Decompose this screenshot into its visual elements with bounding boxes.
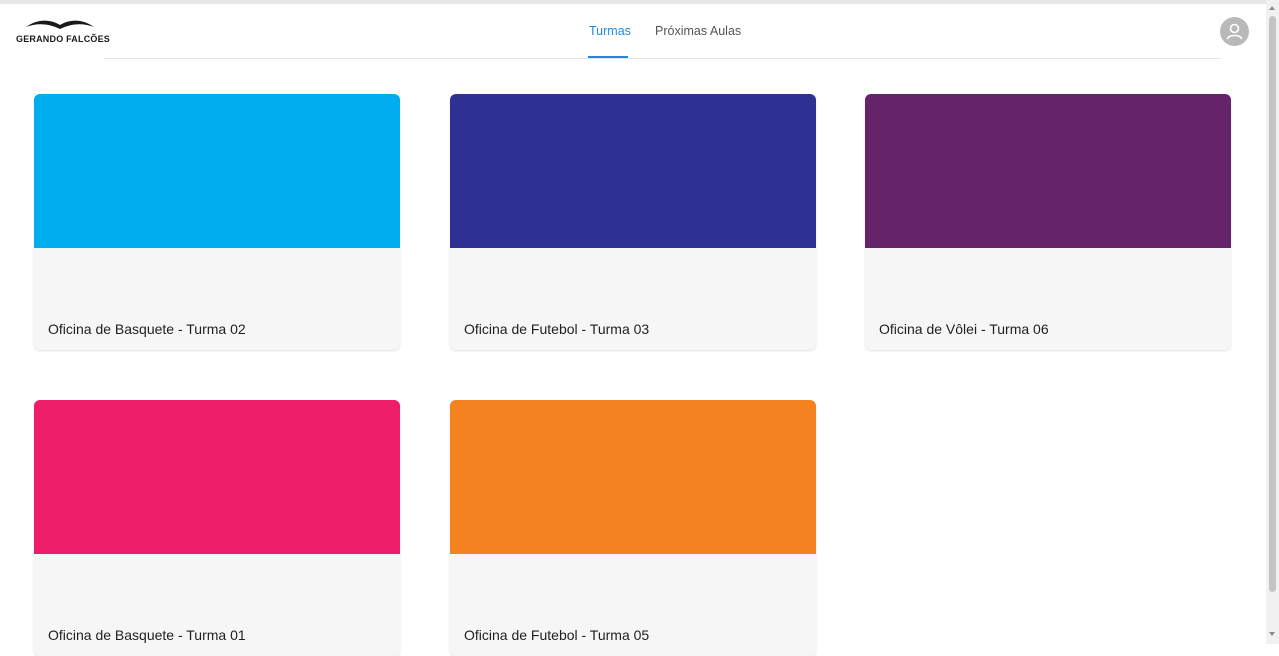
class-card[interactable]: Oficina de Futebol - Turma 05 — [450, 400, 816, 656]
class-card[interactable]: Oficina de Basquete - Turma 02 — [34, 94, 400, 350]
card-color-banner — [34, 94, 400, 248]
class-card[interactable]: Oficina de Futebol - Turma 03 — [450, 94, 816, 350]
scroll-thumb[interactable] — [1269, 16, 1276, 592]
class-card[interactable]: Oficina de Basquete - Turma 01 — [34, 400, 400, 656]
card-title: Oficina de Futebol - Turma 05 — [464, 627, 650, 643]
card-color-banner — [450, 94, 816, 248]
scroll-up-icon[interactable] — [1269, 6, 1275, 10]
class-card[interactable]: Oficina de Vôlei - Turma 06 — [865, 94, 1231, 350]
tab-proximas-aulas[interactable]: Próximas Aulas — [655, 24, 741, 38]
card-title: Oficina de Basquete - Turma 01 — [48, 627, 246, 643]
card-color-banner — [865, 94, 1231, 248]
app-header: GERANDO FALCÕES Turmas Próximas Aulas — [0, 4, 1266, 59]
tab-turmas[interactable]: Turmas — [589, 24, 631, 38]
vertical-scrollbar[interactable] — [1266, 0, 1279, 644]
card-title: Oficina de Futebol - Turma 03 — [464, 321, 650, 337]
header-divider — [104, 58, 1220, 59]
main-nav: Turmas Próximas Aulas — [0, 4, 1266, 59]
card-title: Oficina de Vôlei - Turma 06 — [879, 321, 1049, 337]
card-title: Oficina de Basquete - Turma 02 — [48, 321, 246, 337]
user-icon — [1226, 23, 1243, 40]
card-color-banner — [450, 400, 816, 554]
card-color-banner — [34, 400, 400, 554]
user-avatar[interactable] — [1220, 17, 1249, 46]
scroll-down-icon[interactable] — [1269, 632, 1275, 636]
